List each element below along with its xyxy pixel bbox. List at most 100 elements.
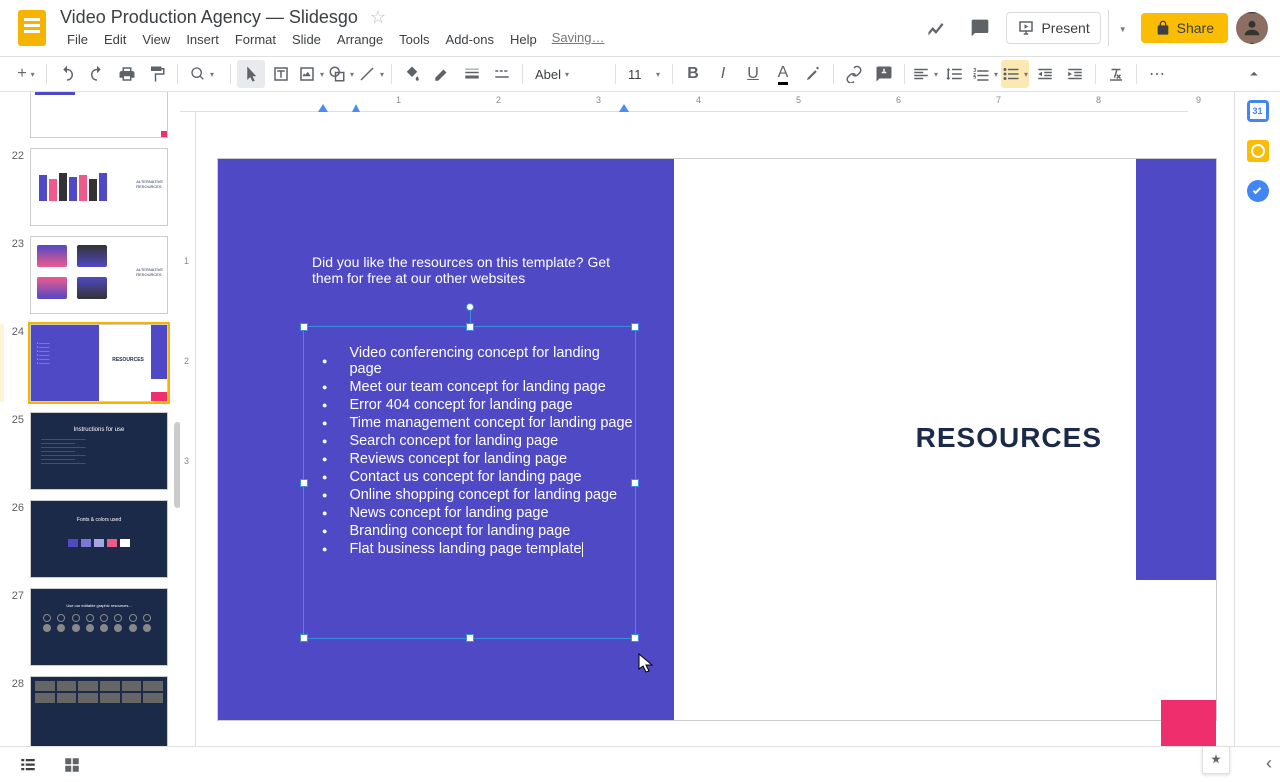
list-item[interactable]: Search concept for landing page — [322, 433, 635, 449]
bullet-list[interactable]: Video conferencing concept for landing p… — [304, 327, 635, 557]
menu-insert[interactable]: Insert — [179, 30, 226, 49]
analytics-icon[interactable] — [918, 10, 954, 46]
resize-handle-s[interactable] — [466, 634, 474, 642]
decrease-indent-button[interactable] — [1031, 60, 1059, 88]
border-color-button[interactable] — [428, 60, 456, 88]
print-button[interactable] — [113, 60, 141, 88]
paint-format-button[interactable] — [143, 60, 171, 88]
list-item[interactable]: Reviews concept for landing page — [322, 451, 635, 467]
comment-button[interactable] — [870, 60, 898, 88]
slide-title[interactable]: RESOURCES — [916, 422, 1102, 454]
image-tool[interactable]: ▾ — [297, 60, 325, 88]
list-item[interactable]: News concept for landing page — [322, 505, 635, 521]
new-slide-button[interactable]: +▾ — [12, 60, 40, 88]
more-button[interactable]: ⋯ — [1143, 60, 1171, 88]
underline-button[interactable]: U — [739, 60, 767, 88]
clear-formatting-button[interactable] — [1102, 60, 1130, 88]
canvas[interactable]: 1 2 3 4 5 6 7 8 9 1 2 3 RESOURCES Did yo… — [180, 92, 1234, 782]
menu-view[interactable]: View — [135, 30, 177, 49]
border-weight-button[interactable] — [458, 60, 486, 88]
explore-button[interactable] — [1202, 746, 1230, 774]
resize-handle-se[interactable] — [631, 634, 639, 642]
resize-handle-e[interactable] — [631, 479, 639, 487]
document-title-row: Video Production Agency — Slidesgo ☆ — [60, 7, 918, 28]
expand-side-panel-button[interactable]: ‹ — [1266, 753, 1272, 774]
document-title[interactable]: Video Production Agency — Slidesgo — [60, 7, 358, 28]
menu-slide[interactable]: Slide — [285, 30, 328, 49]
comments-icon[interactable] — [962, 10, 998, 46]
thumb-26[interactable]: 26 Fonts & colors used — [4, 500, 176, 578]
indent-marker-right-icon[interactable] — [619, 104, 629, 112]
share-button[interactable]: Share — [1141, 13, 1228, 43]
menu-tools[interactable]: Tools — [392, 30, 436, 49]
resize-handle-n[interactable] — [466, 323, 474, 331]
list-item[interactable]: Flat business landing page template — [322, 541, 635, 557]
align-button[interactable]: ▾ — [911, 60, 939, 88]
indent-marker-first-icon[interactable] — [352, 104, 360, 112]
font-dropdown[interactable]: Abel▾ — [529, 60, 609, 88]
thumb-24[interactable]: 24 RESOURCES ▪ ─────▪ ─────▪ ─────▪ ────… — [4, 324, 176, 402]
list-item[interactable]: Video conferencing concept for landing p… — [322, 345, 635, 377]
calendar-icon[interactable]: 31 — [1247, 100, 1269, 122]
present-button[interactable]: Present — [1006, 12, 1100, 44]
list-item[interactable]: Meet our team concept for landing page — [322, 379, 635, 395]
filmstrip[interactable]: 22 ALTERNATIVERESOURCES 23 ALTERNATIVERE… — [0, 92, 180, 782]
star-icon[interactable]: ☆ — [370, 7, 386, 28]
resize-handle-nw[interactable] — [300, 323, 308, 331]
highlight-button[interactable] — [799, 60, 827, 88]
fill-color-button[interactable] — [398, 60, 426, 88]
font-size-dropdown[interactable]: 11▾ — [622, 60, 666, 88]
menu-file[interactable]: File — [60, 30, 95, 49]
line-spacing-button[interactable] — [941, 60, 969, 88]
menu-format[interactable]: Format — [228, 30, 283, 49]
shape-tool[interactable]: ▾ — [327, 60, 355, 88]
thumb-21[interactable] — [4, 92, 176, 138]
menu-addons[interactable]: Add-ons — [439, 30, 501, 49]
tasks-icon[interactable] — [1247, 180, 1269, 202]
list-item[interactable]: Error 404 concept for landing page — [322, 397, 635, 413]
thumb-23[interactable]: 23 ALTERNATIVERESOURCES — [4, 236, 176, 314]
border-dash-button[interactable] — [488, 60, 516, 88]
present-dropdown[interactable]: ▼ — [1108, 10, 1133, 46]
menu-arrange[interactable]: Arrange — [330, 30, 390, 49]
rotate-handle[interactable] — [466, 303, 474, 311]
resize-handle-sw[interactable] — [300, 634, 308, 642]
text-color-button[interactable]: A — [769, 60, 797, 88]
italic-button[interactable]: I — [709, 60, 737, 88]
collapse-toolbar-button[interactable] — [1240, 60, 1268, 88]
select-tool[interactable] — [237, 60, 265, 88]
indent-marker-left-icon[interactable] — [318, 104, 328, 112]
thumb-22[interactable]: 22 ALTERNATIVERESOURCES — [4, 148, 176, 226]
list-item[interactable]: Contact us concept for landing page — [322, 469, 635, 485]
thumb-25[interactable]: 25 Instructions for use─────────────────… — [4, 412, 176, 490]
avatar[interactable] — [1236, 12, 1268, 44]
app-logo[interactable] — [12, 8, 52, 48]
resize-handle-ne[interactable] — [631, 323, 639, 331]
grid-view-button[interactable] — [56, 751, 88, 779]
redo-button[interactable] — [83, 60, 111, 88]
list-item[interactable]: Time management concept for landing page — [322, 415, 635, 431]
line-tool[interactable]: ▾ — [357, 60, 385, 88]
resize-handle-w[interactable] — [300, 479, 308, 487]
menu-edit[interactable]: Edit — [97, 30, 133, 49]
textbox-tool[interactable] — [267, 60, 295, 88]
toolbar: +▾ ▾ ▾ ▾ ▾ Abel▾ 11▾ B I U A ▾ ▾ ▾ ⋯ — [0, 56, 1280, 92]
zoom-dropdown[interactable]: ▾ — [184, 60, 224, 88]
bulleted-list-button[interactable]: ▾ — [1001, 60, 1029, 88]
slide-intro-text[interactable]: Did you like the resources on this templ… — [312, 254, 642, 286]
list-item[interactable]: Branding concept for landing page — [322, 523, 635, 539]
menu-help[interactable]: Help — [503, 30, 544, 49]
thumb-num: 28 — [4, 676, 24, 690]
filmstrip-view-button[interactable] — [12, 751, 44, 779]
bold-button[interactable]: B — [679, 60, 707, 88]
increase-indent-button[interactable] — [1061, 60, 1089, 88]
undo-button[interactable] — [53, 60, 81, 88]
slide[interactable]: RESOURCES Did you like the resources on … — [218, 159, 1216, 720]
selected-textbox[interactable]: Video conferencing concept for landing p… — [303, 326, 636, 639]
thumb-28[interactable]: 28 — [4, 676, 176, 754]
keep-icon[interactable] — [1247, 140, 1269, 162]
numbered-list-button[interactable]: ▾ — [971, 60, 999, 88]
link-button[interactable] — [840, 60, 868, 88]
list-item[interactable]: Online shopping concept for landing page — [322, 487, 635, 503]
thumb-27[interactable]: 27 Use our editable graphic resources... — [4, 588, 176, 666]
